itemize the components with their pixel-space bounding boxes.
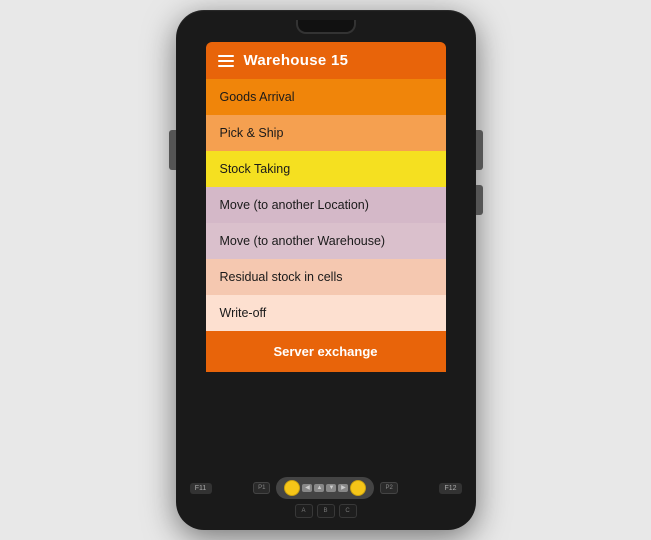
function-key-row: F11 P1 ◀ ▲ ▼ ▶: [186, 477, 466, 499]
nav-down[interactable]: ▼: [326, 484, 336, 492]
p2-key[interactable]: P2: [380, 482, 397, 494]
scanner-bump: [296, 20, 356, 34]
device-top: [176, 10, 476, 34]
hamburger-menu-button[interactable]: [218, 55, 234, 67]
app-header: Warehouse 15: [206, 42, 446, 79]
menu-item-server-exchange[interactable]: Server exchange: [206, 331, 446, 372]
key-c[interactable]: C: [339, 504, 357, 518]
side-button-left[interactable]: [169, 130, 176, 170]
nav-cluster: P1 ◀ ▲ ▼ ▶ P2: [253, 477, 398, 499]
menu-item-writeoff[interactable]: Write-off: [206, 295, 446, 331]
key-a[interactable]: A: [295, 504, 313, 518]
nav-right[interactable]: ▶: [338, 484, 348, 492]
nav-left[interactable]: ◀: [302, 484, 312, 492]
warehouse-title: Warehouse 15: [244, 52, 349, 69]
screen: Warehouse 15 Goods Arrival Pick & Ship S…: [206, 42, 446, 471]
menu-item-pick-ship[interactable]: Pick & Ship: [206, 115, 446, 151]
f11-key[interactable]: F11: [190, 483, 212, 494]
key-b[interactable]: B: [317, 504, 335, 518]
keypad: F11 P1 ◀ ▲ ▼ ▶: [176, 471, 476, 530]
menu-item-goods-arrival[interactable]: Goods Arrival: [206, 79, 446, 115]
side-button-right2[interactable]: [476, 185, 483, 215]
yellow-right-button[interactable]: [350, 480, 366, 496]
f12-key[interactable]: F12: [439, 483, 461, 494]
menu-item-move-warehouse[interactable]: Move (to another Warehouse): [206, 223, 446, 259]
alpha-key-row: A B C: [295, 504, 357, 518]
device: Warehouse 15 Goods Arrival Pick & Ship S…: [176, 10, 476, 530]
p1-key[interactable]: P1: [253, 482, 270, 494]
menu-item-stock-taking[interactable]: Stock Taking: [206, 151, 446, 187]
menu-list: Goods Arrival Pick & Ship Stock Taking M…: [206, 79, 446, 471]
side-button-right[interactable]: [476, 130, 483, 170]
menu-item-residual[interactable]: Residual stock in cells: [206, 259, 446, 295]
nav-up[interactable]: ▲: [314, 484, 324, 492]
yellow-left-button[interactable]: [284, 480, 300, 496]
nav-oval: ◀ ▲ ▼ ▶: [276, 477, 374, 499]
menu-item-move-location[interactable]: Move (to another Location): [206, 187, 446, 223]
